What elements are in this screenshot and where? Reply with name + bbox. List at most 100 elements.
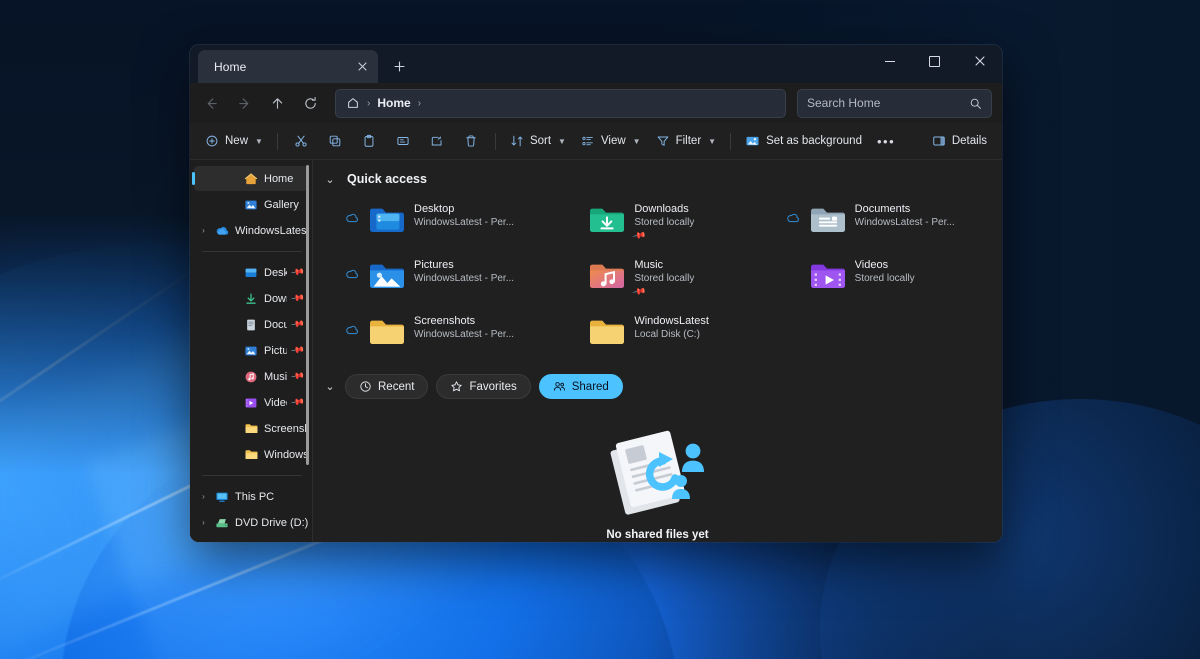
sidebar-item-home[interactable]: Home	[194, 166, 308, 191]
arrow-left-icon	[204, 96, 219, 111]
filter-button[interactable]: Filter ▼	[649, 127, 723, 155]
pin-icon[interactable]: 📌	[290, 369, 305, 384]
quick-access-item[interactable]: Downloads Stored locally 📌	[547, 198, 767, 242]
details-button[interactable]: Details	[925, 127, 994, 155]
close-icon[interactable]	[352, 57, 372, 77]
copy-icon	[328, 134, 342, 148]
tab-recent[interactable]: Recent	[345, 374, 428, 399]
this-pc-icon	[214, 489, 230, 505]
quick-access-meta: Documents WindowsLatest - Per...	[855, 198, 955, 230]
copy-button[interactable]	[319, 127, 352, 155]
item-subtitle: Stored locally	[634, 272, 694, 286]
command-bar: New ▼	[190, 123, 1002, 160]
folder-documents-icon	[808, 200, 848, 240]
sidebar-item-dvd-drive[interactable]: › DVD Drive (D:) (	[194, 510, 308, 535]
search-input[interactable]	[807, 96, 969, 110]
quick-access-item[interactable]: Documents WindowsLatest - Per...	[768, 198, 988, 242]
divider	[730, 133, 731, 150]
quick-access-meta: Desktop WindowsLatest - Per...	[414, 198, 514, 230]
tab-strip: Home	[190, 45, 414, 83]
quick-access-title: Quick access	[347, 172, 427, 186]
sidebar-item-pictures[interactable]: Pictures 📌	[194, 338, 308, 363]
chevron-right-icon[interactable]: ›	[198, 518, 209, 527]
new-button[interactable]: New ▼	[198, 127, 270, 155]
sidebar-item-desktop[interactable]: Desktop 📌	[194, 260, 308, 285]
sidebar-item-label: WindowsLatest	[235, 225, 308, 237]
share-button[interactable]	[421, 127, 454, 155]
quick-access-meta: Pictures WindowsLatest - Per...	[414, 254, 514, 286]
maximize-button[interactable]	[912, 45, 957, 77]
sort-button[interactable]: Sort ▼	[503, 127, 573, 155]
breadcrumb-separator[interactable]: ›	[418, 98, 421, 109]
empty-state: No shared files yet When a file is share…	[313, 425, 1002, 542]
details-pane-icon	[932, 134, 946, 148]
pin-icon[interactable]: 📌	[290, 395, 305, 410]
folder-downloads-icon	[587, 200, 627, 240]
paste-button[interactable]	[353, 127, 386, 155]
item-name: Music	[634, 258, 694, 272]
view-button[interactable]: View ▼	[574, 127, 648, 155]
wallpaper-icon	[745, 134, 760, 149]
sidebar-item-music[interactable]: Music 📌	[194, 364, 308, 389]
chevron-down-icon: ▼	[708, 137, 716, 146]
sidebar-item-windowslatest-onedrive[interactable]: › WindowsLatest	[194, 218, 308, 243]
item-subtitle: WindowsLatest - Per...	[855, 216, 955, 230]
quick-access-meta: WindowsLatest Local Disk (C:)	[634, 310, 709, 342]
set-as-background-button[interactable]: Set as background	[738, 127, 869, 155]
up-button[interactable]	[262, 88, 293, 118]
quick-access-item[interactable]: WindowsLatest Local Disk (C:)	[547, 310, 767, 354]
cloud-icon	[345, 322, 360, 340]
sidebar-item-gallery[interactable]: Gallery	[194, 192, 308, 217]
item-name: Videos	[855, 258, 915, 272]
item-name: WindowsLatest	[634, 314, 709, 328]
chevron-right-icon[interactable]: ›	[198, 492, 209, 501]
rename-button[interactable]	[387, 127, 420, 155]
quick-access-item[interactable]: Music Stored locally 📌	[547, 254, 767, 298]
refresh-button[interactable]	[295, 88, 326, 118]
tab-favorites[interactable]: Favorites	[436, 374, 530, 399]
item-name: Downloads	[634, 202, 694, 216]
pin-icon[interactable]: 📌	[290, 265, 305, 280]
quick-access-header[interactable]: ⌄ Quick access	[313, 172, 1002, 186]
home-icon[interactable]	[346, 96, 360, 110]
quick-access-item[interactable]: Videos Stored locally	[768, 254, 988, 298]
search-icon[interactable]	[969, 97, 982, 110]
sidebar-scrollbar[interactable]	[306, 165, 309, 465]
sidebar-item-screenshots[interactable]: Screenshots	[194, 416, 308, 441]
plus-circle-icon	[205, 134, 219, 148]
chevron-right-icon[interactable]: ›	[198, 226, 209, 235]
tab-shared[interactable]: Shared	[539, 374, 623, 399]
sidebar-item-this-pc[interactable]: › This PC	[194, 484, 308, 509]
new-tab-button[interactable]	[384, 51, 414, 81]
pin-icon[interactable]: 📌	[290, 317, 305, 332]
chevron-down-icon[interactable]: ⌄	[323, 173, 337, 186]
sidebar-item-windowslatest-folder[interactable]: WindowsLatest	[194, 442, 308, 467]
quick-access-item[interactable]: Screenshots WindowsLatest - Per...	[327, 310, 547, 354]
more-options-button[interactable]: •••	[870, 127, 902, 155]
pin-icon[interactable]: 📌	[290, 291, 305, 306]
quick-access-meta: Videos Stored locally	[855, 254, 915, 286]
chevron-down-icon[interactable]: ⌄	[323, 380, 337, 393]
tab-home[interactable]: Home	[198, 50, 378, 83]
people-icon	[553, 380, 566, 393]
quick-access-item[interactable]: Pictures WindowsLatest - Per...	[327, 254, 547, 298]
quick-access-item[interactable]: Desktop WindowsLatest - Per...	[327, 198, 547, 242]
minimize-button[interactable]	[867, 45, 912, 77]
delete-button[interactable]	[455, 127, 488, 155]
sidebar-item-videos[interactable]: Videos 📌	[194, 390, 308, 415]
trash-icon	[464, 134, 478, 148]
sidebar-item-documents[interactable]: Documents 📌	[194, 312, 308, 337]
chevron-down-icon: ▼	[558, 137, 566, 146]
back-button[interactable]	[196, 88, 227, 118]
item-subtitle: Stored locally	[855, 272, 915, 286]
home-icon	[243, 171, 259, 187]
chip-label: Recent	[378, 381, 414, 393]
search-box[interactable]	[797, 89, 992, 118]
close-button[interactable]	[957, 45, 1002, 77]
forward-button[interactable]	[229, 88, 260, 118]
breadcrumb[interactable]: › Home ›	[335, 89, 786, 118]
pin-icon[interactable]: 📌	[290, 343, 305, 358]
breadcrumb-current[interactable]: Home	[377, 96, 410, 110]
sidebar-item-downloads[interactable]: Downloads 📌	[194, 286, 308, 311]
cut-button[interactable]	[285, 127, 318, 155]
